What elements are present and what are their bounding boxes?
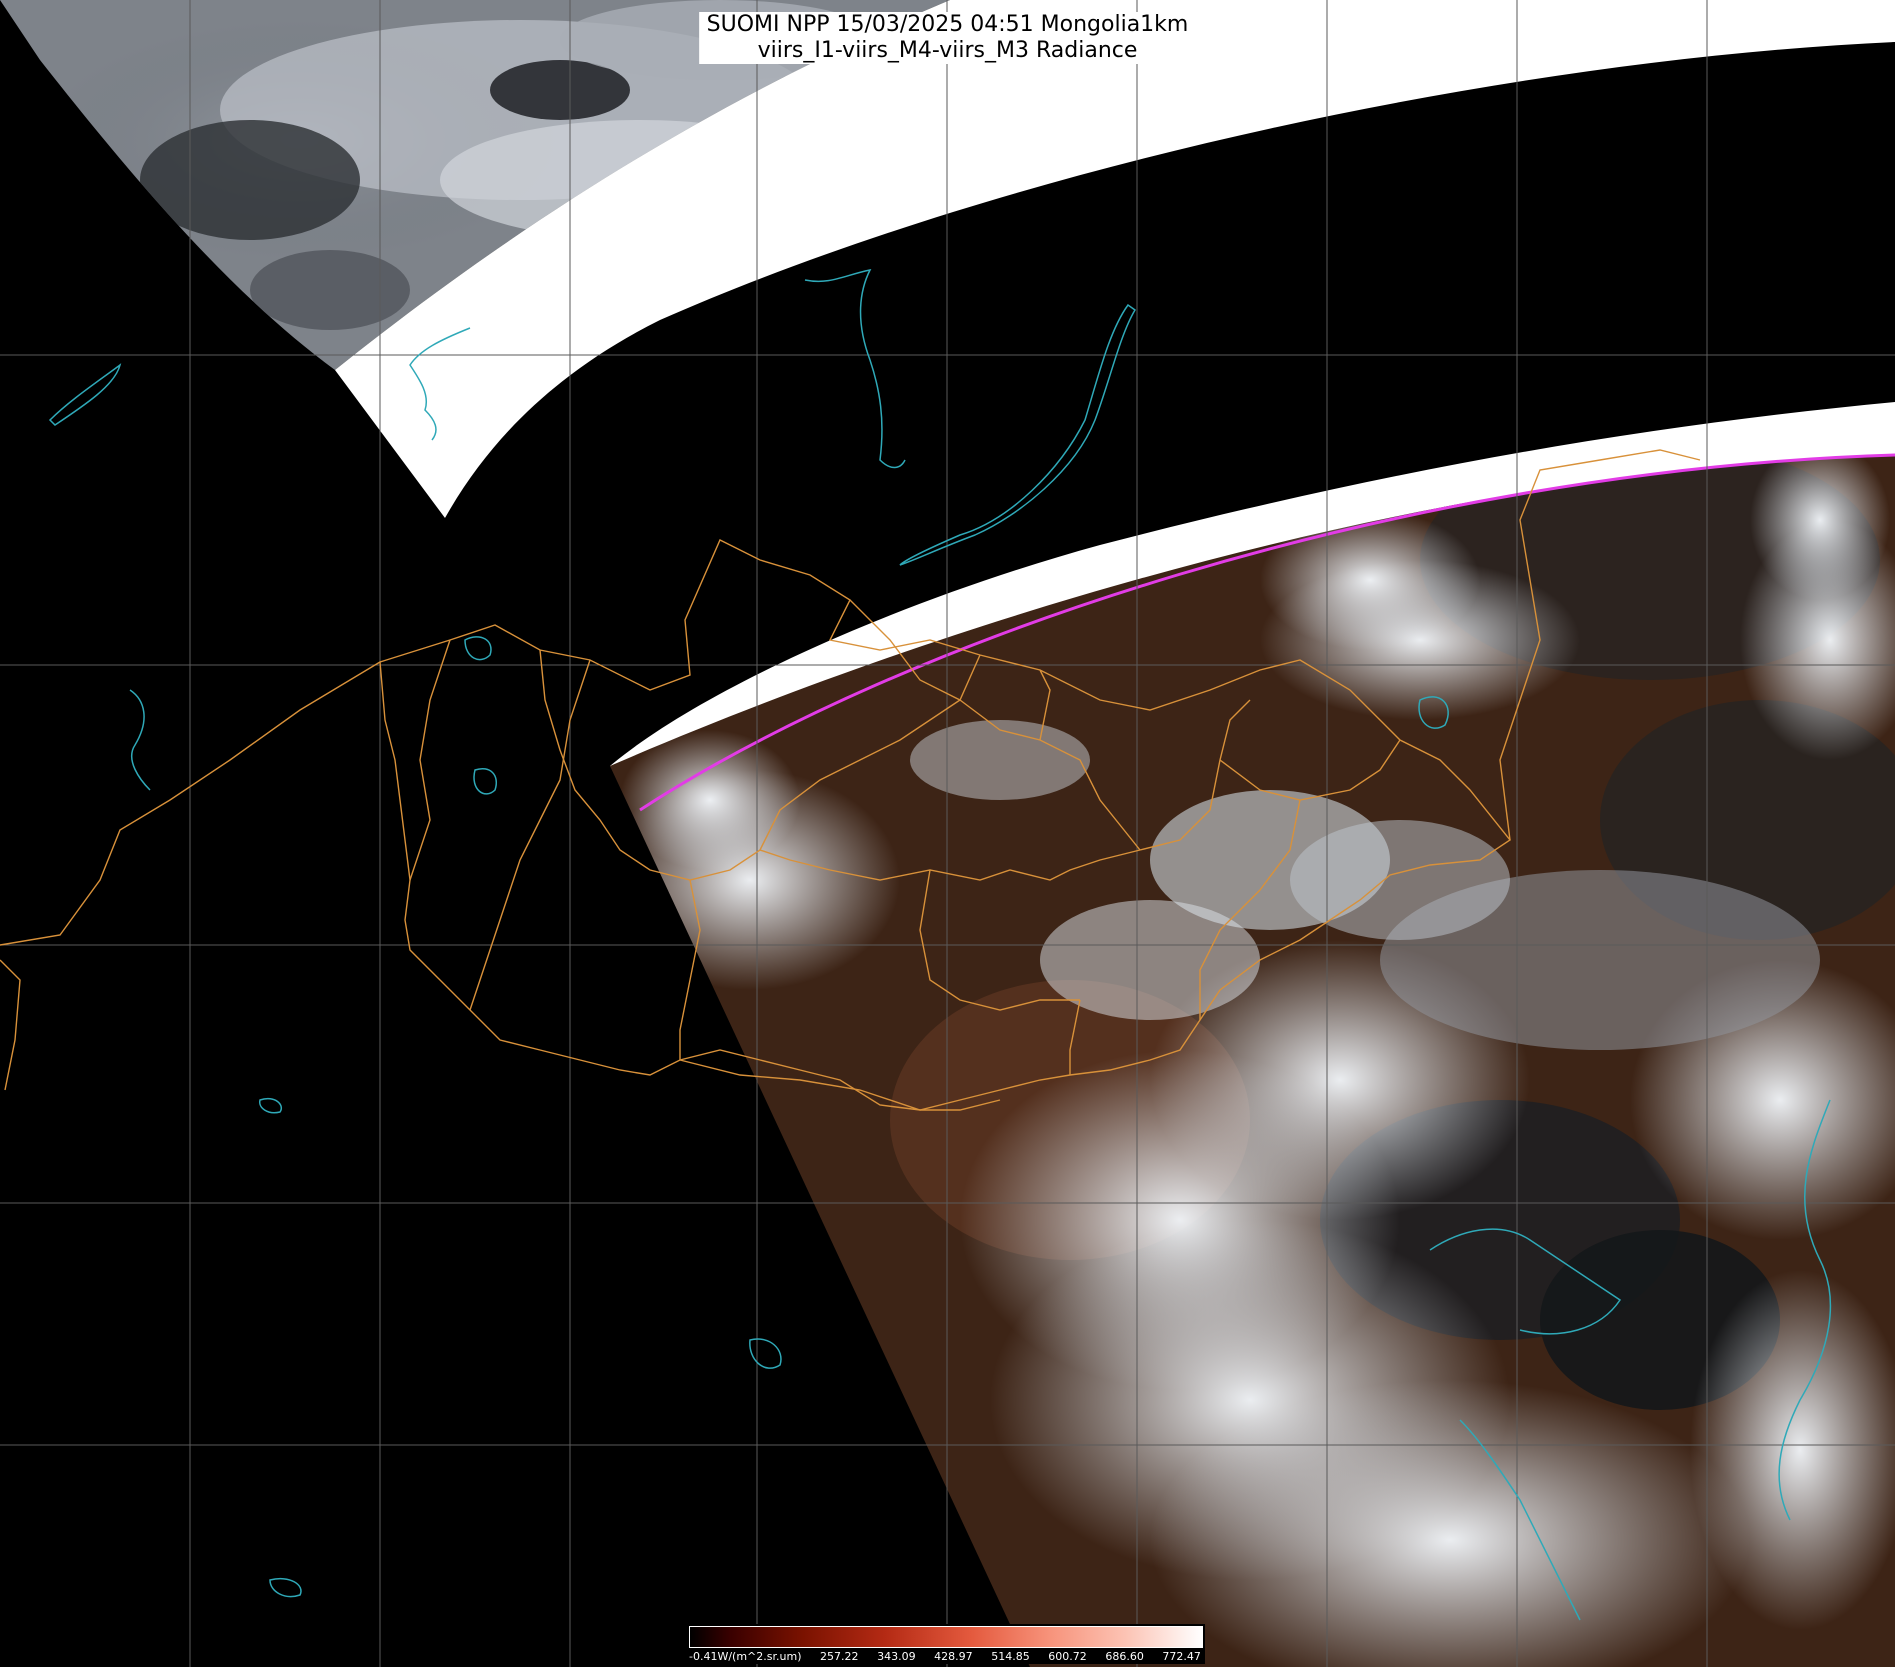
title-line-1: SUOMI NPP 15/03/2025 04:51 Mongolia1km (706, 12, 1189, 37)
map-title: SUOMI NPP 15/03/2025 04:51 Mongolia1km v… (698, 12, 1197, 64)
colorbar-label: 428.97 (934, 1650, 973, 1663)
satellite-map (0, 0, 1895, 1667)
colorbar-label: 600.72 (1048, 1650, 1087, 1663)
colorbar-label: 772.47 (1162, 1650, 1201, 1663)
colorbar-gradient (689, 1626, 1203, 1648)
colorbar: -0.41W/(m^2.sr.um) 257.22 343.09 428.97 … (685, 1624, 1205, 1664)
colorbar-label: 257.22 (820, 1650, 859, 1663)
colorbar-labels: -0.41W/(m^2.sr.um) 257.22 343.09 428.97 … (689, 1650, 1201, 1664)
colorbar-label: 686.60 (1105, 1650, 1144, 1663)
colorbar-label: 343.09 (877, 1650, 916, 1663)
colorbar-label: -0.41W/(m^2.sr.um) (689, 1650, 802, 1663)
title-line-2: viirs_I1-viirs_M4-viirs_M3 Radiance (757, 38, 1138, 63)
colorbar-label: 514.85 (991, 1650, 1030, 1663)
